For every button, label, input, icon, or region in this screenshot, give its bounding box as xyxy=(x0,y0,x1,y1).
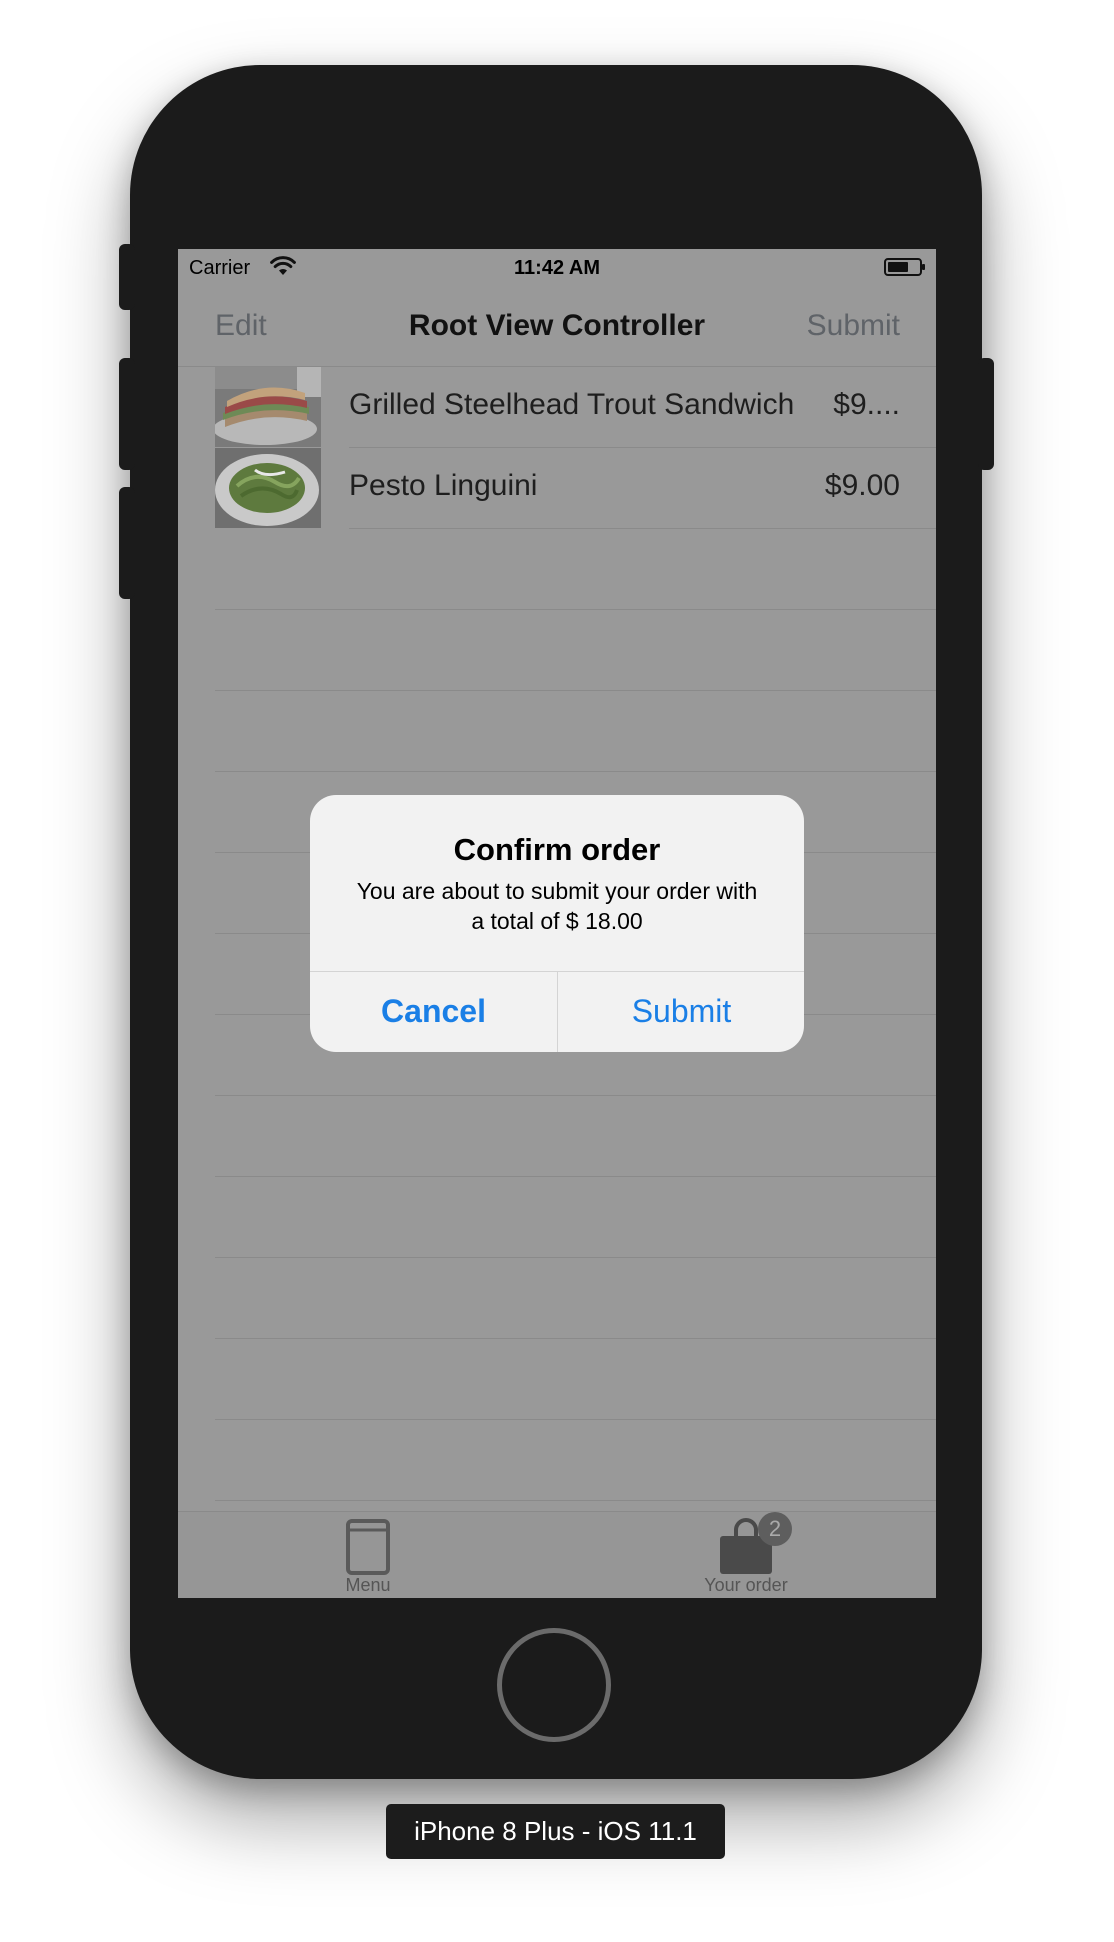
tab-label: Menu xyxy=(345,1575,391,1595)
status-time: 11:42 AM xyxy=(514,257,600,279)
volume-up-button xyxy=(119,358,135,470)
tab-bar: Menu 2 Your order xyxy=(178,1511,936,1598)
row-divider xyxy=(215,609,936,610)
submit-button[interactable]: Submit xyxy=(558,971,804,1052)
row-divider xyxy=(215,1257,936,1258)
row-divider xyxy=(215,1176,936,1177)
navigation-bar: Edit Root View Controller Submit xyxy=(178,289,936,367)
confirm-alert: Confirm order You are about to submit yo… xyxy=(310,795,804,1052)
pasta-photo xyxy=(215,448,321,528)
simulator-device-label: iPhone 8 Plus - iOS 11.1 xyxy=(386,1804,725,1859)
cancel-button[interactable]: Cancel xyxy=(310,971,557,1052)
alert-title: Confirm order xyxy=(453,832,661,867)
sandwich-photo xyxy=(213,367,321,447)
table-row[interactable]: Pesto Linguini $9.00 xyxy=(178,448,936,528)
home-button[interactable] xyxy=(497,1628,611,1742)
row-divider xyxy=(215,1500,936,1501)
mute-switch xyxy=(119,244,135,310)
table-row[interactable]: Grilled Steelhead Trout Sandwich $9.... xyxy=(178,367,936,447)
row-divider xyxy=(215,1338,936,1339)
tab-label: Your order xyxy=(704,1575,788,1595)
alert-message: You are about to submit your order with … xyxy=(356,878,758,934)
item-price: $9.... xyxy=(833,388,900,421)
item-name: Pesto Linguini xyxy=(349,469,538,502)
status-bar: Carrier 11:42 AM xyxy=(178,249,936,289)
battery-icon xyxy=(884,258,925,276)
tab-your-order[interactable]: 2 Your order xyxy=(646,1512,846,1598)
item-name: Grilled Steelhead Trout Sandwich xyxy=(349,388,795,421)
item-price: $9.00 xyxy=(824,469,900,502)
row-divider xyxy=(349,528,936,529)
tab-menu[interactable]: Menu xyxy=(268,1512,468,1598)
row-divider xyxy=(215,1095,936,1096)
book-icon xyxy=(345,1518,391,1581)
order-count-badge: 2 xyxy=(758,1512,792,1546)
power-button xyxy=(978,358,994,470)
row-divider xyxy=(215,771,936,772)
submit-nav-button[interactable]: Submit xyxy=(807,309,900,343)
volume-down-button xyxy=(119,487,135,599)
row-divider xyxy=(215,1419,936,1420)
row-divider xyxy=(215,690,936,691)
